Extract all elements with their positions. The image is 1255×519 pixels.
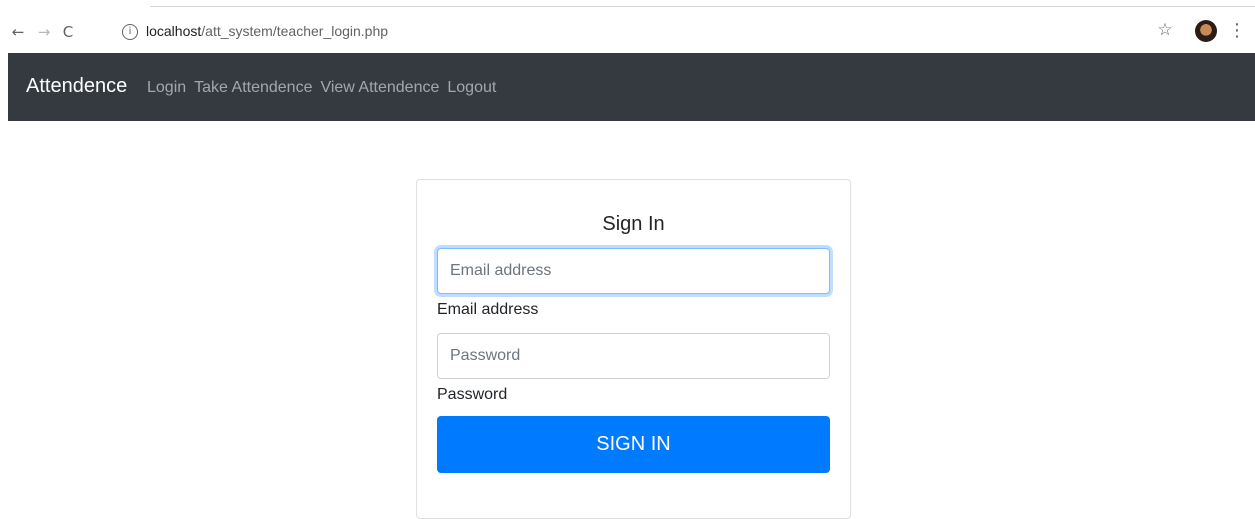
reload-icon[interactable]: C xyxy=(58,22,78,42)
back-arrow-icon[interactable]: ← xyxy=(8,22,28,42)
nav-link-logout[interactable]: Logout xyxy=(447,79,496,97)
password-label: Password xyxy=(437,386,508,403)
url-text[interactable]: localhost/att_system/teacher_login.php xyxy=(146,23,388,39)
nav-link-login[interactable]: Login xyxy=(147,79,186,97)
url-path: /att_system/teacher_login.php xyxy=(201,23,389,39)
app-navbar: Attendence Login Take Attendence View At… xyxy=(8,53,1255,121)
more-menu-icon[interactable]: ⋮ xyxy=(1228,20,1246,42)
sign-in-button[interactable]: SIGN IN xyxy=(437,416,830,473)
login-card: Sign In Email address Password SIGN IN xyxy=(416,179,851,519)
tab-strip-divider xyxy=(150,6,1255,7)
url-host: localhost xyxy=(146,23,202,39)
info-icon[interactable]: i xyxy=(122,24,138,40)
nav-link-view-attendence[interactable]: View Attendence xyxy=(320,79,439,97)
address-bar[interactable]: i localhost/att_system/teacher_login.php xyxy=(110,18,1230,47)
profile-avatar[interactable] xyxy=(1195,20,1217,42)
nav-links: Login Take Attendence View Attendence Lo… xyxy=(147,79,496,97)
form-title: Sign In xyxy=(602,213,665,235)
navbar-brand[interactable]: Attendence xyxy=(26,75,127,98)
email-label: Email address xyxy=(437,301,539,318)
password-input[interactable] xyxy=(437,333,830,379)
bookmark-star-icon[interactable]: ☆ xyxy=(1155,20,1175,40)
email-input[interactable] xyxy=(437,248,830,294)
browser-toolbar: ← → C i localhost/att_system/teacher_log… xyxy=(0,0,1255,53)
nav-link-take-attendence[interactable]: Take Attendence xyxy=(194,79,312,97)
forward-arrow-icon[interactable]: → xyxy=(34,22,54,42)
